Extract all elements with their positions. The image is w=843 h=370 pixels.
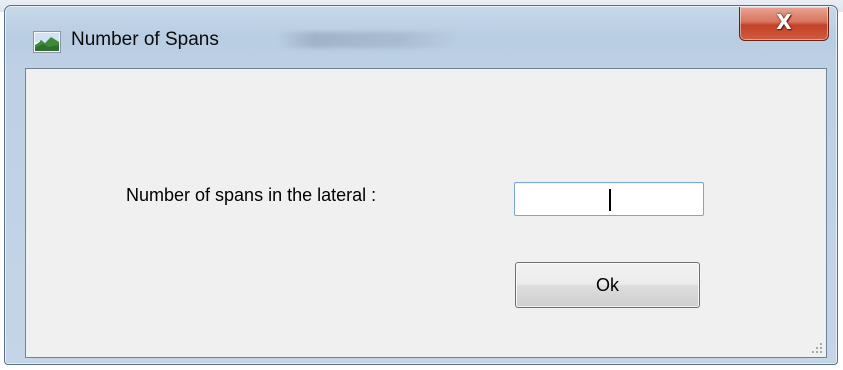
landscape-app-icon	[33, 31, 61, 53]
close-icon: X	[776, 10, 792, 34]
close-button[interactable]: X	[739, 7, 829, 41]
dialog-client-area: Number of spans in the lateral : Ok	[25, 68, 827, 358]
text-caret	[609, 189, 611, 211]
window-title: Number of Spans	[71, 29, 219, 50]
spans-input[interactable]	[514, 182, 704, 216]
title-bar[interactable]: Number of Spans X	[5, 6, 837, 62]
resize-grip-icon[interactable]	[811, 342, 823, 354]
spans-prompt-label: Number of spans in the lateral :	[126, 185, 377, 205]
dialog-window: Number of Spans X Number of spans in the…	[4, 5, 838, 365]
ok-button[interactable]: Ok	[515, 262, 700, 308]
blurred-title-suffix	[277, 32, 457, 48]
